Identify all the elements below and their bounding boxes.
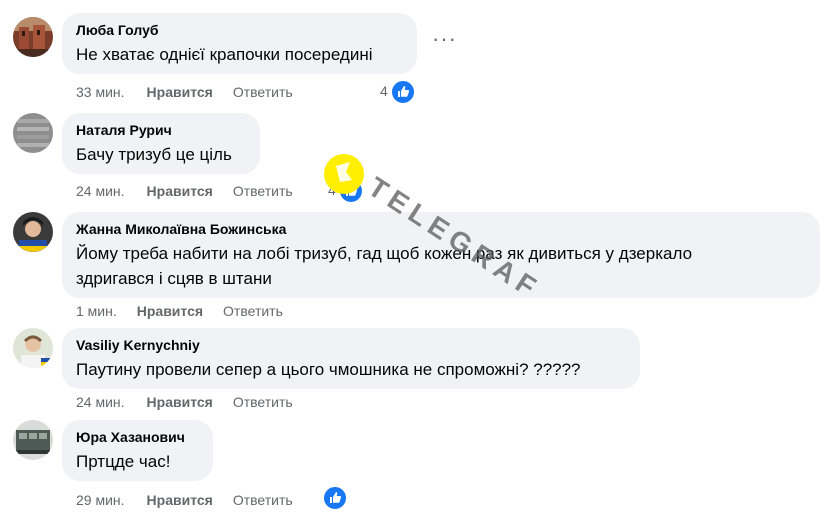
thumbs-up-icon[interactable]: [322, 485, 348, 511]
author-name[interactable]: Наталя Рурич: [76, 121, 246, 139]
avatar[interactable]: [13, 328, 53, 368]
timestamp[interactable]: 29 мин.: [76, 491, 125, 509]
author-name[interactable]: Юра Хазанович: [76, 428, 199, 446]
comment-actions: 24 мин. Нравится Ответить: [76, 182, 293, 200]
like-button[interactable]: Нравится: [147, 393, 213, 411]
timestamp[interactable]: 24 мин.: [76, 182, 125, 200]
author-name[interactable]: Vasiliy Kernychniy: [76, 336, 626, 354]
like-button[interactable]: Нравится: [147, 83, 213, 101]
comment-bubble: Vasiliy Kernychniy Паутину провели сепер…: [62, 328, 640, 389]
like-button[interactable]: Нравится: [147, 182, 213, 200]
comment-bubble: Жанна Миколаївна Божинська Йому треба на…: [62, 212, 820, 298]
comment-text: Пртцде час!: [76, 452, 171, 471]
reply-button[interactable]: Ответить: [233, 393, 293, 411]
reply-button[interactable]: Ответить: [233, 83, 293, 101]
timestamp[interactable]: 33 мин.: [76, 83, 125, 101]
reaction-count[interactable]: 4: [380, 83, 388, 99]
author-name[interactable]: Люба Голуб: [76, 21, 403, 39]
like-button[interactable]: Нравится: [147, 491, 213, 509]
comment-actions: 29 мин. Нравится Ответить: [76, 491, 293, 509]
comment-actions: 33 мин. Нравится Ответить: [76, 83, 293, 101]
avatar[interactable]: [13, 113, 53, 153]
reply-button[interactable]: Ответить: [233, 491, 293, 509]
avatar[interactable]: [13, 420, 53, 460]
comment-actions: 24 мин. Нравится Ответить: [76, 393, 293, 411]
avatar[interactable]: [13, 212, 53, 252]
comment-text: Бачу тризуб це ціль: [76, 145, 232, 164]
like-button[interactable]: Нравится: [137, 302, 203, 320]
comment-bubble: Люба Голуб Не хватає однієї крапочки пос…: [62, 13, 417, 74]
avatar[interactable]: [13, 17, 53, 57]
author-name[interactable]: Жанна Миколаївна Божинська: [76, 220, 806, 238]
reply-button[interactable]: Ответить: [233, 182, 293, 200]
reply-button[interactable]: Ответить: [223, 302, 283, 320]
comment-bubble: Юра Хазанович Пртцде час!: [62, 420, 213, 481]
comment-bubble: Наталя Рурич Бачу тризуб це ціль: [62, 113, 260, 174]
reaction-count[interactable]: 4: [328, 182, 336, 198]
timestamp[interactable]: 1 мин.: [76, 302, 117, 320]
thumbs-up-icon[interactable]: [338, 178, 364, 204]
more-options-button[interactable]: ···: [432, 28, 457, 50]
thumbs-up-icon[interactable]: [390, 79, 416, 105]
comment-text: Паутину провели сепер а цього чмошника н…: [76, 360, 581, 379]
comment-text: здригався і сцяв в штани: [76, 269, 272, 288]
comment-text: Йому треба набити на лобі тризуб, гад що…: [76, 244, 693, 263]
comment-actions: 1 мин. Нравится Ответить: [76, 302, 283, 320]
comment-text: Не хватає однієї крапочки посередині: [76, 45, 373, 64]
timestamp[interactable]: 24 мин.: [76, 393, 125, 411]
